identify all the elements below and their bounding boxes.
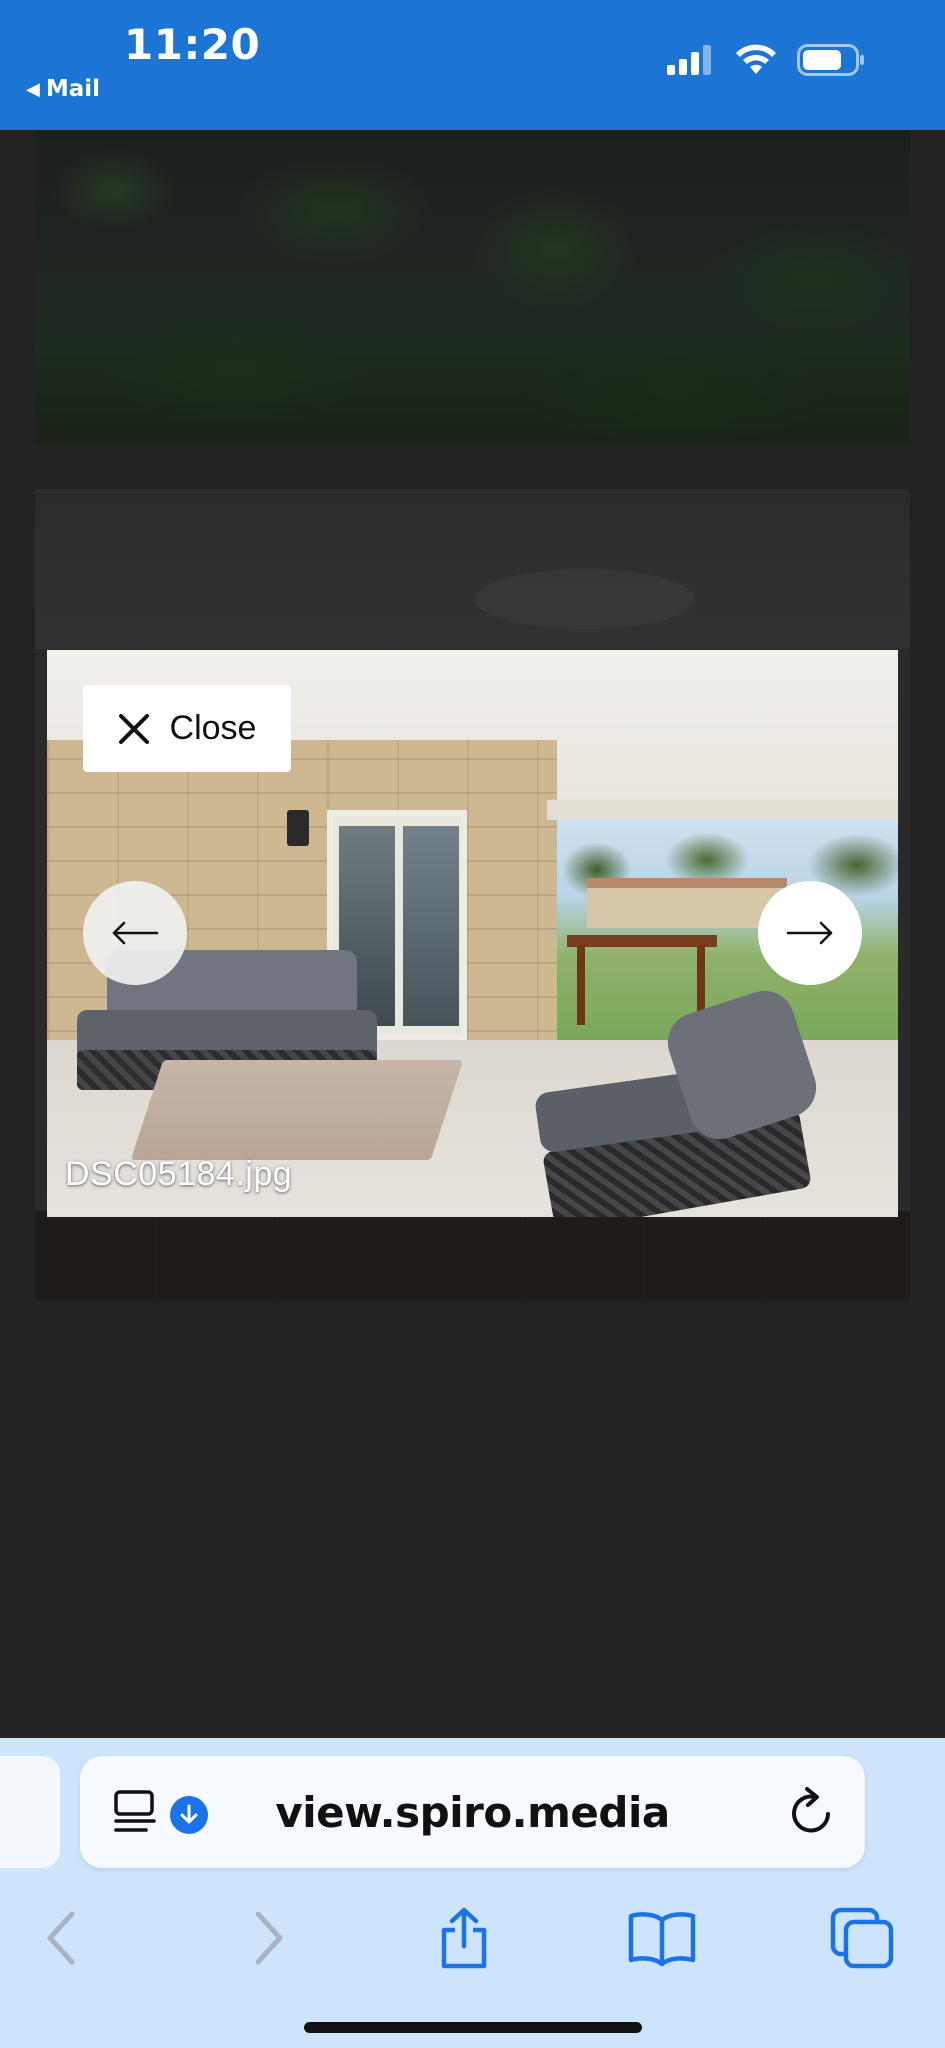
- screen: 11:20 ◀ Mail Close DSC05184.jpg view.spi…: [0, 0, 945, 2048]
- status-icons: [667, 44, 865, 76]
- gallery-photo-aerial[interactable]: [35, 130, 910, 444]
- arrow-left-icon: [112, 921, 159, 945]
- tabs-button[interactable]: [822, 1898, 902, 1978]
- arrow-right-icon: [786, 921, 833, 945]
- forward-icon: [255, 1911, 283, 1965]
- close-label: Close: [169, 709, 257, 747]
- porch-floor-image: [35, 1211, 910, 1301]
- close-icon: [118, 713, 149, 744]
- back-button[interactable]: [22, 1898, 102, 1978]
- address-bar[interactable]: view.spiro.media: [80, 1756, 865, 1868]
- cellular-signal-icon: [667, 45, 711, 75]
- photo-porch-beam: [547, 800, 898, 820]
- aerial-trees-image: [35, 130, 910, 444]
- tabs-icon: [830, 1907, 894, 1969]
- bookmarks-button[interactable]: [622, 1898, 702, 1978]
- bookmarks-icon: [628, 1912, 696, 1966]
- reload-icon[interactable]: [787, 1786, 837, 1838]
- share-button[interactable]: [424, 1898, 504, 1978]
- status-bar: 11:20 ◀ Mail: [0, 0, 945, 130]
- porch-ceiling-image: [35, 489, 910, 649]
- browser-toolbar: [0, 1888, 945, 1988]
- share-icon: [441, 1907, 487, 1969]
- status-time: 11:20: [124, 20, 261, 69]
- back-triangle-icon: ◀: [26, 78, 40, 100]
- back-to-mail-link[interactable]: ◀ Mail: [26, 76, 100, 102]
- back-app-label: Mail: [45, 76, 101, 102]
- next-image-button[interactable]: [758, 881, 862, 985]
- photo-armchair: [507, 983, 847, 1217]
- home-indicator: [304, 2022, 642, 2033]
- close-button[interactable]: Close: [83, 685, 291, 772]
- forward-button[interactable]: [228, 1898, 308, 1978]
- battery-icon: [797, 44, 864, 76]
- lightbox-image: Close DSC05184.jpg: [47, 650, 898, 1217]
- photo-wall-lamp: [287, 810, 309, 846]
- wifi-icon: [736, 44, 776, 74]
- photo-table-top: [567, 935, 717, 947]
- previous-image-button[interactable]: [83, 881, 187, 985]
- browser-bottom-bar: view.spiro.media: [0, 1738, 945, 2048]
- ceiling-fan-image: [475, 569, 695, 629]
- url-text: view.spiro.media: [275, 1788, 670, 1837]
- image-filename: DSC05184.jpg: [65, 1155, 293, 1193]
- photo-door-glass-right: [403, 826, 459, 1026]
- photo-coffee-table: [130, 1060, 464, 1160]
- back-icon: [47, 1911, 75, 1965]
- previous-tab-peek[interactable]: [0, 1756, 60, 1868]
